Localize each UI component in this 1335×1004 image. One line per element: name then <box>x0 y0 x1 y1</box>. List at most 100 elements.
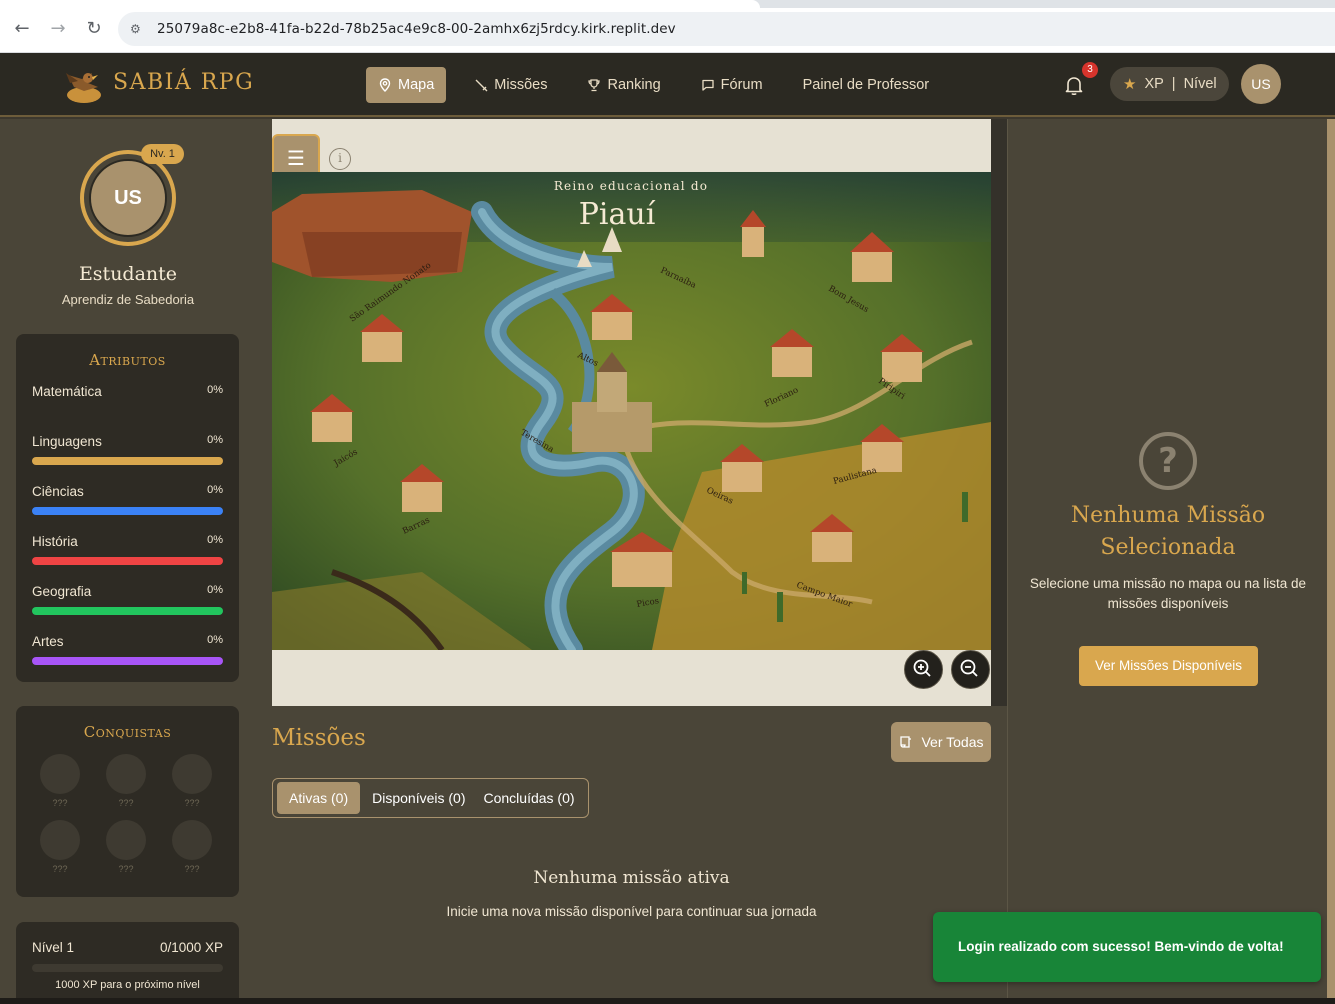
achievement-slot[interactable]: ??? <box>40 754 80 808</box>
zoom-in-button[interactable] <box>904 650 943 689</box>
no-mission-subtitle: Selecione uma missão no mapa ou na lista… <box>1029 576 1307 611</box>
attribute-name: Ciências <box>32 484 84 499</box>
attribute-bar <box>32 557 223 565</box>
attribute-pct: 0% <box>207 584 223 596</box>
nav-label-mapa: Mapa <box>398 77 435 93</box>
app-header: SABIÁ RPG Mapa Missões Ranking Fórum Pai… <box>0 53 1335 117</box>
level-panel: Nível 1 0/1000 XP 1000 XP para o próximo… <box>16 922 239 1004</box>
achievements-grid: ??? ??? ??? ??? ??? ??? <box>40 754 216 874</box>
empty-missions-title: Nenhuma missão ativa <box>533 868 730 888</box>
bottom-edge <box>0 998 1335 1004</box>
attribute-name: Linguagens <box>32 434 102 449</box>
nav-label-missoes: Missões <box>494 77 548 93</box>
map-pin-icon <box>379 78 391 92</box>
success-toast[interactable]: Login realizado com sucesso! Bem-vindo d… <box>933 912 1321 982</box>
left-sidebar: US Nv. 1 Estudante Aprendiz de Sabedoria… <box>0 119 256 1004</box>
attribute-bar <box>32 607 223 615</box>
achievement-label: ??? <box>184 798 200 808</box>
nav-label-forum: Fórum <box>720 77 763 93</box>
attribute-bar <box>32 657 223 665</box>
achievement-label: ??? <box>52 798 68 808</box>
sword-icon <box>475 79 488 92</box>
map-illustration: Reino educacional do Piauí São Raimundo … <box>272 172 991 650</box>
ver-todas-button[interactable]: Ver Todas <box>891 722 991 762</box>
ver-missoes-disponiveis-button[interactable]: Ver Missões Disponíveis <box>1079 646 1258 686</box>
level-xp: 0/1000 XP <box>159 940 223 955</box>
zoom-out-button[interactable] <box>951 650 990 689</box>
achievement-slot[interactable]: ??? <box>40 820 80 874</box>
nav-item-ranking[interactable]: Ranking <box>575 67 672 103</box>
attribute-pct: 0% <box>207 634 223 646</box>
piaui-map[interactable]: Reino educacional do Piauí São Raimundo … <box>272 172 991 650</box>
profile-avatar-initials: US <box>89 159 167 237</box>
attribute-bar <box>32 507 223 515</box>
map-subtitle: Reino educacional do <box>554 179 708 193</box>
attribute-pct: 0% <box>207 384 223 396</box>
nav-item-forum[interactable]: Fórum <box>689 67 775 103</box>
bell-icon[interactable] <box>1062 73 1086 97</box>
level-name: Nível 1 <box>32 940 75 955</box>
attribute-pct: 0% <box>207 484 223 496</box>
user-name: Estudante <box>78 263 178 285</box>
tab-concluidas[interactable]: Concluídas (0) <box>478 782 581 814</box>
missions-tabs: Ativas (0) Disponíveis (0) Concluídas (0… <box>272 778 589 818</box>
achievement-slot[interactable]: ??? <box>106 754 146 808</box>
attribute-pct: 0% <box>207 534 223 546</box>
achievements-panel: Conquistas ??? ??? ??? ??? ??? ??? <box>16 706 239 897</box>
scrollbar[interactable] <box>1327 119 1335 1004</box>
achievement-slot[interactable]: ??? <box>172 754 212 808</box>
scroll-icon <box>900 736 912 748</box>
nav-item-painel-professor[interactable]: Painel de Professor <box>791 67 942 103</box>
attribute-name: Geografia <box>32 584 92 599</box>
level-progress-bar <box>32 964 223 972</box>
missions-heading: Missões <box>272 725 366 751</box>
level-label: Nível <box>1183 76 1217 92</box>
forward-icon[interactable]: → <box>47 18 69 40</box>
locked-achievement-icon <box>106 754 146 794</box>
info-icon[interactable]: i <box>329 148 351 170</box>
user-title: Aprendiz de Sabedoria <box>61 292 195 307</box>
no-mission-title-line2: Selecionada <box>1100 535 1236 560</box>
locked-achievement-icon <box>172 754 212 794</box>
mission-detail-panel: ? Nenhuma Missão Selecionada Selecione u… <box>1007 119 1327 1004</box>
nav-label-painel-professor: Painel de Professor <box>802 77 930 93</box>
achievement-label: ??? <box>118 864 134 874</box>
zoom-in-icon <box>913 659 931 677</box>
attribute-name: Matemática <box>32 384 102 399</box>
zoom-out-icon <box>960 659 978 677</box>
attribute-name: Artes <box>32 634 64 649</box>
locked-achievement-icon <box>172 820 212 860</box>
nav-item-mapa[interactable]: Mapa <box>366 67 447 103</box>
achievement-slot[interactable]: ??? <box>172 820 212 874</box>
site-settings-icon[interactable]: ⚙ <box>130 21 146 37</box>
reload-icon[interactable]: ↻ <box>83 18 105 40</box>
xp-separator: | <box>1171 76 1176 92</box>
achievement-slot[interactable]: ??? <box>106 820 146 874</box>
attributes-panel: Atributos Matemática 0% Linguagens 0% Ci… <box>16 334 239 682</box>
main-content: ☰ i Reino educacional do Piauí São Raimu… <box>256 119 1007 1004</box>
browser-tab[interactable] <box>0 0 760 8</box>
map-title: Piauí <box>579 197 656 232</box>
attribute-name: História <box>32 534 78 549</box>
attributes-title: Atributos <box>89 351 166 369</box>
trophy-icon <box>588 79 601 92</box>
chat-icon <box>702 79 714 91</box>
url-text[interactable]: 25079a8c-e2b8-41fa-b22d-78b25ac4e9c8-00-… <box>157 21 676 37</box>
browser-toolbar: ← → ↻ ⚙ 25079a8c-e2b8-41fa-b22d-78b25ac4… <box>0 0 1335 53</box>
brand-title[interactable]: SABIÁ RPG <box>113 70 254 95</box>
tab-ativas[interactable]: Ativas (0) <box>277 782 361 814</box>
level-next-text: 1000 XP para o próximo nível <box>55 979 200 991</box>
no-mission-title: Nenhuma Missão Selecionada <box>1008 500 1328 564</box>
ver-todas-label: Ver Todas <box>921 734 984 750</box>
nav-item-missoes[interactable]: Missões <box>462 67 559 103</box>
question-icon: ? <box>1139 432 1197 490</box>
user-avatar-button[interactable]: US <box>1241 64 1281 104</box>
xp-level-pill[interactable]: ★ XP | Nível <box>1110 67 1229 101</box>
locked-achievement-icon <box>106 820 146 860</box>
sabia-bird-logo-icon[interactable] <box>62 65 104 105</box>
tab-disponiveis[interactable]: Disponíveis (0) <box>366 782 471 814</box>
attribute-pct: 0% <box>207 434 223 446</box>
address-bar[interactable]: ⚙ 25079a8c-e2b8-41fa-b22d-78b25ac4e9c8-0… <box>118 12 1335 46</box>
empty-missions-subtitle: Inicie uma nova missão disponível para c… <box>446 904 817 919</box>
back-icon[interactable]: ← <box>11 18 33 40</box>
